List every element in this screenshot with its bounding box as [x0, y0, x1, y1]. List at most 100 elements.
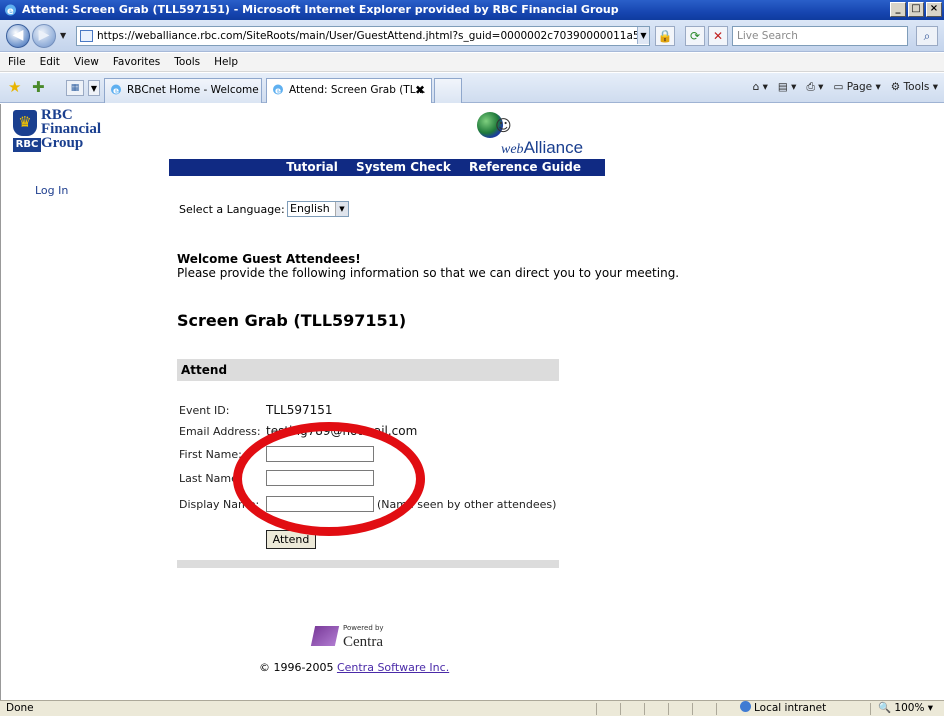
language-value: English — [290, 202, 330, 215]
menu-favorites[interactable]: Favorites — [113, 53, 160, 71]
add-favorites-icon[interactable]: ✚ — [32, 78, 45, 96]
rbc-logo: ♛ RBC RBC Financial Group — [13, 108, 133, 154]
window-title: Attend: Screen Grab (TLL597151) - Micros… — [22, 3, 619, 16]
status-divider — [644, 703, 645, 715]
status-divider — [870, 703, 871, 715]
language-label: Select a Language: — [179, 203, 285, 216]
status-divider — [668, 703, 669, 715]
address-toolbar: ◀ ▶ ▼ https://weballiance.rbc.com/SiteRo… — [0, 20, 944, 52]
first-name-label: First Name: — [179, 448, 242, 461]
quick-tabs-icon[interactable]: ▦ — [66, 80, 84, 96]
lion-shield-icon: ♛ — [13, 110, 37, 136]
print-icon[interactable]: ⎙ ▾ — [806, 81, 823, 94]
rbc-name: RBC Financial Group — [41, 107, 102, 151]
address-dropdown-icon[interactable]: ▼ — [637, 27, 649, 44]
intranet-globe-icon — [740, 701, 751, 712]
rbc-badge: RBC — [13, 138, 41, 152]
address-url: https://weballiance.rbc.com/SiteRoots/ma… — [97, 30, 649, 42]
tab-label: RBCnet Home - Welcome — [127, 84, 259, 96]
centra-logo: Powered by Centra — [310, 622, 403, 652]
email-label: Email Address: — [179, 425, 261, 438]
forward-button[interactable]: ▶ — [32, 24, 56, 48]
page-icon — [80, 30, 93, 42]
ie-logo-icon: e — [5, 4, 16, 17]
status-divider — [692, 703, 693, 715]
weballiance-web: web — [501, 142, 524, 157]
login-link[interactable]: Log In — [35, 184, 68, 197]
security-zone[interactable]: Local intranet — [740, 701, 826, 716]
powered-by-text: Powered by — [343, 624, 384, 632]
event-title: Screen Grab (TLL597151) — [177, 311, 407, 330]
nav-system-check[interactable]: System Check — [356, 160, 451, 174]
menu-edit[interactable]: Edit — [40, 53, 60, 71]
centra-mark-icon — [310, 626, 340, 646]
status-text: Done — [6, 702, 34, 714]
chevron-down-icon[interactable]: ▼ — [335, 202, 348, 216]
page-menu[interactable]: ▭ Page ▾ — [833, 81, 880, 94]
status-divider — [716, 703, 717, 715]
copyright-text: © 1996-2005 — [259, 661, 337, 674]
new-tab-button[interactable] — [434, 78, 462, 103]
menu-bar: File Edit View Favorites Tools Help — [0, 53, 944, 72]
close-window-button[interactable]: × — [926, 2, 942, 17]
centra-link[interactable]: Centra Software Inc. — [337, 661, 449, 674]
tools-menu[interactable]: ⚙ Tools ▾ — [891, 81, 938, 94]
svg-text:e: e — [275, 87, 281, 97]
minimize-button[interactable]: _ — [890, 2, 906, 17]
tab-bar: ★ ✚ ▦ ▼ e RBCnet Home - Welcome e Attend… — [0, 73, 944, 103]
favorites-star-icon[interactable]: ★ — [8, 78, 21, 96]
address-bar[interactable]: https://weballiance.rbc.com/SiteRoots/ma… — [76, 26, 650, 46]
tab-label: Attend: Screen Grab (TL... — [289, 84, 426, 96]
centra-name: Centra — [343, 634, 383, 650]
tab-rbcnet-home[interactable]: e RBCnet Home - Welcome — [104, 78, 262, 103]
menu-tools[interactable]: Tools — [174, 53, 200, 71]
ie-page-icon: e — [273, 84, 283, 97]
zoom-level: 100% — [894, 702, 925, 714]
zone-label: Local intranet — [754, 702, 827, 714]
svg-text:e: e — [113, 87, 119, 97]
search-input[interactable]: Live Search — [732, 26, 908, 46]
language-select[interactable]: English ▼ — [287, 201, 349, 217]
weballiance-wordmark: webAlliance — [501, 138, 583, 158]
command-bar: ⌂ ▾ ▤ ▾ ⎙ ▾ ▭ Page ▾ ⚙ Tools ▾ — [753, 81, 938, 94]
svg-text:e: e — [7, 6, 14, 17]
nav-tutorial[interactable]: Tutorial — [286, 160, 338, 174]
home-icon[interactable]: ⌂ ▾ — [753, 81, 768, 94]
menu-help[interactable]: Help — [214, 53, 238, 71]
tools-menu-label: Tools — [903, 81, 930, 93]
back-button[interactable]: ◀ — [6, 24, 30, 48]
status-divider — [596, 703, 597, 715]
maximize-button[interactable]: □ — [908, 2, 924, 17]
page-menu-label: Page — [846, 81, 873, 93]
copyright: © 1996-2005 Centra Software Inc. — [259, 661, 449, 674]
status-bar: Done Local intranet 🔍 100% ▾ — [0, 700, 944, 716]
weballiance-logo: ☺ webAlliance — [477, 110, 607, 158]
event-id-label: Event ID: — [179, 404, 230, 417]
event-id-value: TLL597151 — [266, 403, 333, 417]
ie-page-icon: e — [111, 84, 121, 97]
site-nav-bar: Tutorial System Check Reference Guide — [169, 159, 605, 176]
welcome-title: Welcome Guest Attendees! — [177, 252, 361, 266]
nav-reference-guide[interactable]: Reference Guide — [469, 160, 581, 174]
search-icon[interactable]: ⌕ — [916, 26, 938, 46]
tab-attend-screen-grab[interactable]: e Attend: Screen Grab (TL... ✖ — [266, 78, 432, 103]
annotation-oval — [233, 422, 425, 536]
weballiance-alliance: Alliance — [523, 138, 584, 157]
zoom-control[interactable]: 🔍 100% ▾ — [878, 701, 933, 716]
page-content: ♛ RBC RBC Financial Group ☺ webAlliance … — [0, 104, 944, 700]
menu-view[interactable]: View — [74, 53, 99, 71]
refresh-icon[interactable]: ⟳ — [685, 26, 705, 46]
window-title-bar: e Attend: Screen Grab (TLL597151) - Micr… — [0, 0, 944, 20]
figure-icon: ☺ — [495, 116, 512, 135]
menu-file[interactable]: File — [8, 53, 26, 71]
status-divider — [620, 703, 621, 715]
lock-icon[interactable]: 🔒 — [655, 26, 675, 46]
close-tab-icon[interactable]: ✖ — [415, 79, 425, 101]
tab-list-dropdown-icon[interactable]: ▼ — [88, 80, 100, 96]
attend-section-footer — [177, 560, 559, 568]
recent-pages-dropdown-icon[interactable]: ▼ — [60, 31, 66, 40]
stop-icon[interactable]: ✕ — [708, 26, 728, 46]
window-controls: _ □ × — [890, 2, 942, 17]
attend-section-header: Attend — [177, 359, 559, 381]
feeds-icon[interactable]: ▤ ▾ — [778, 81, 797, 94]
